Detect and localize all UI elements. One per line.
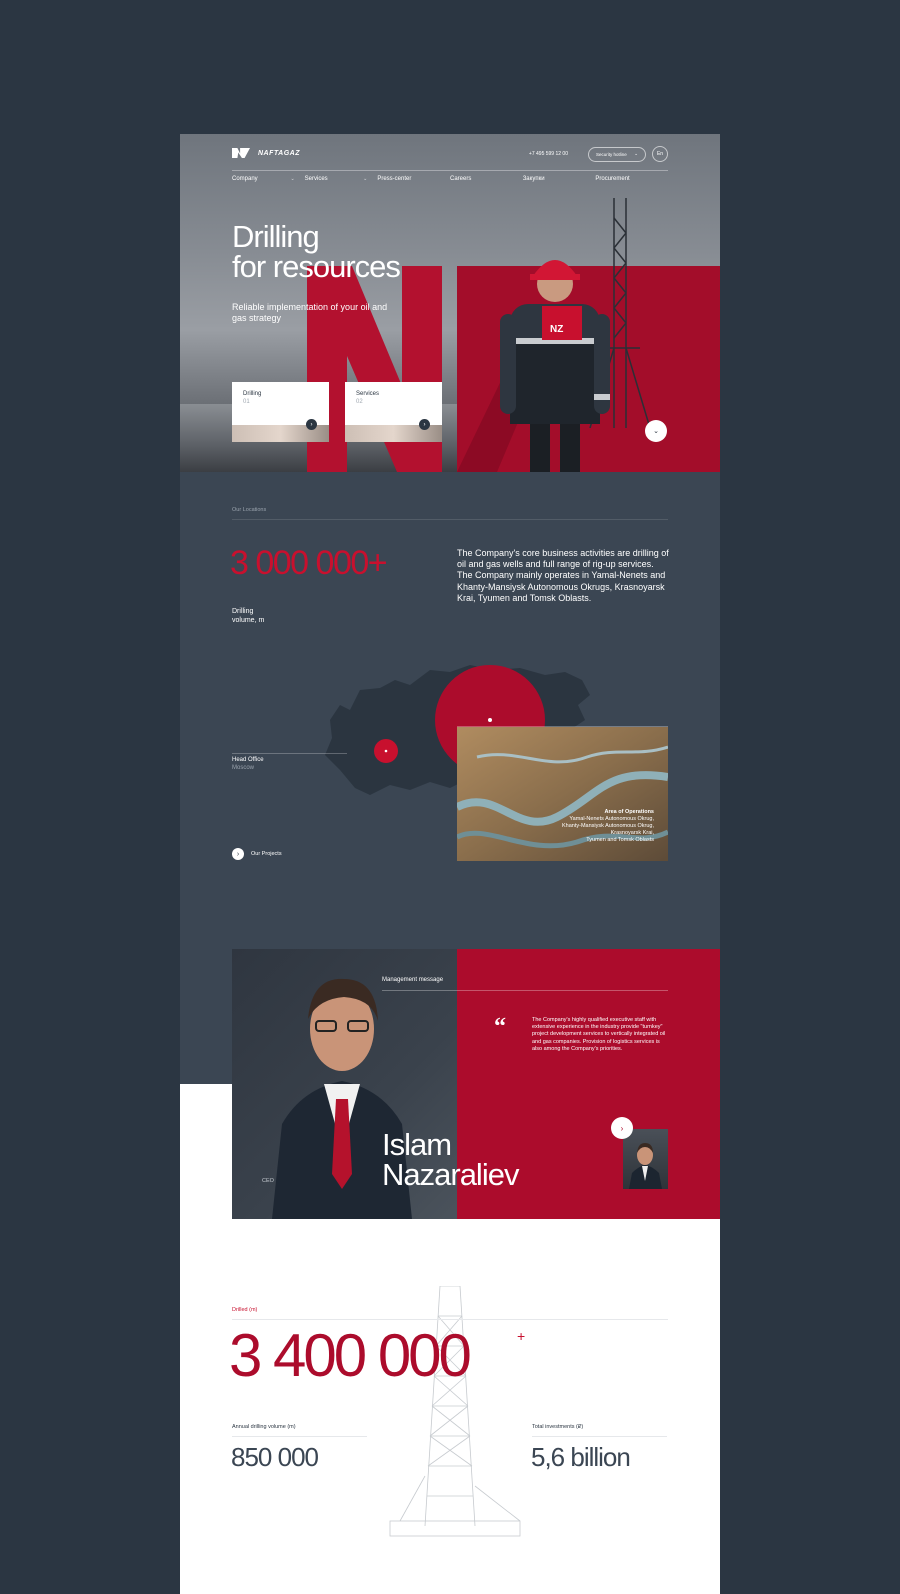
nav-label: Careers	[450, 176, 472, 182]
ceo-name: Islam Nazaraliev	[382, 1129, 519, 1192]
logo-wordmark: NAFTAGAZ	[258, 149, 300, 157]
management-message-label: Management message	[382, 977, 444, 983]
drilling-volume-label-line2: volume, m	[232, 617, 265, 624]
annual-drilling-label: Annual drilling volume (m)	[232, 1424, 296, 1430]
hero-section: NZ NAFTAGAZ +7 495 599 12 00 Security ho…	[180, 134, 720, 472]
chevron-down-icon: ⌄	[634, 151, 638, 156]
nav-label: Press-center	[377, 176, 412, 182]
area-of-operations-caption: Area of Operations Yamal-Nenets Autonomo…	[562, 809, 654, 844]
scroll-down-button[interactable]: ⌄	[645, 420, 667, 442]
nav-item-company[interactable]: Company ⌄	[232, 170, 305, 182]
nav-label: Services	[304, 176, 328, 182]
site-logo[interactable]: NAFTAGAZ	[232, 148, 300, 158]
area-title: Area of Operations	[604, 809, 654, 815]
hotline-label: Security hotline	[596, 151, 627, 157]
arrow-right-icon[interactable]: ›	[419, 419, 430, 430]
chevron-down-icon: ⌄	[363, 176, 368, 182]
section-label-locations: Our Locations	[232, 507, 267, 513]
security-hotline-dropdown[interactable]: Security hotline ⌄	[588, 146, 646, 162]
phone-link[interactable]: +7 495 599 12 00	[529, 151, 568, 157]
chevron-down-icon: ⌄	[653, 428, 659, 435]
ceo-last-name: Nazaraliev	[382, 1157, 519, 1192]
nz-logo-icon	[232, 148, 250, 158]
divider	[232, 1319, 668, 1320]
head-office-leader-line	[232, 753, 347, 754]
hero-title: Drilling for resources	[232, 221, 401, 284]
drilling-volume-label: Drilling volume, m	[232, 607, 264, 625]
nav-item-careers[interactable]: Careers	[450, 170, 523, 182]
card-number: 01	[243, 399, 250, 405]
next-manager-button[interactable]: ›	[611, 1117, 633, 1139]
ceo-role: CEO	[262, 1178, 274, 1184]
nav-label: Procurement	[595, 176, 630, 182]
hero-title-line2: for resources	[232, 249, 401, 284]
arrow-right-icon: ›	[620, 1123, 624, 1133]
divider	[232, 519, 668, 520]
annual-drilling-value: 850 000	[231, 1442, 319, 1472]
manager-thumbnail-photo	[629, 1143, 662, 1189]
nav-item-zakupki[interactable]: Закупки	[522, 170, 596, 182]
locations-description: The Company's core business activities a…	[457, 548, 669, 603]
language-switch[interactable]: En	[652, 146, 668, 162]
nav-item-services[interactable]: Services ⌄	[304, 170, 378, 182]
service-card-drilling[interactable]: Drilling 01 ›	[232, 382, 329, 442]
area-line: Krasnoyarsk Krai,	[610, 830, 654, 836]
head-office-city: Moscow	[232, 764, 255, 771]
card-number: 02	[356, 399, 363, 405]
drilled-plus-sign: +	[517, 1328, 526, 1344]
nav-label: Закупки	[522, 176, 545, 182]
landing-page: NZ NAFTAGAZ +7 495 599 12 00 Security ho…	[180, 134, 720, 1594]
drilled-label: Drilled (m)	[232, 1307, 258, 1313]
quote-icon: “	[494, 1014, 506, 1040]
our-projects-link[interactable]: › Our Projects	[232, 848, 282, 860]
divider	[232, 1436, 367, 1437]
area-line: Khanty-Mansiysk Autonomous Okrug,	[561, 823, 654, 829]
management-quote: The Company's highly qualified executive…	[532, 1017, 666, 1052]
divider	[532, 1436, 667, 1437]
hero-subtitle: Reliable implementation of your oil and …	[232, 302, 388, 323]
header-utilities: +7 495 599 12 00 Security hotline ⌄ En	[529, 146, 668, 162]
head-office-title: Head Office	[232, 757, 264, 763]
drilled-value: 3 400 000	[229, 1322, 472, 1389]
nav-item-press-center[interactable]: Press-center	[377, 170, 451, 182]
chevron-down-icon: ⌄	[290, 176, 295, 182]
area-line: Tyumen and Tomsk Oblasts	[586, 837, 654, 843]
arrow-right-icon[interactable]: ›	[306, 419, 317, 430]
area-line: Yamal-Nenets Autonomous Okrug,	[569, 816, 654, 822]
card-title: Services	[356, 391, 380, 397]
drilling-volume-value: 3 000 000+	[230, 544, 388, 582]
total-investments-value: 5,6 billion	[531, 1442, 631, 1472]
nav-label: Company	[232, 176, 258, 182]
head-office-info: Head Office Moscow	[232, 757, 264, 772]
our-projects-label: Our Projects	[251, 851, 282, 857]
service-card-services[interactable]: Services 02 ›	[345, 382, 442, 442]
total-investments-label: Total investments (₽)	[532, 1424, 584, 1430]
card-title: Drilling	[243, 391, 262, 397]
arrow-right-icon: ›	[232, 848, 244, 860]
area-of-operations-photo: Area of Operations Yamal-Nenets Autonomo…	[457, 727, 668, 861]
nav-item-procurement[interactable]: Procurement	[595, 170, 669, 182]
next-manager-thumbnail[interactable]	[623, 1129, 668, 1189]
divider	[382, 990, 668, 991]
worker-logo-text: NZ	[550, 324, 563, 335]
worker-figure: NZ	[500, 260, 610, 472]
drilling-volume-label-line1: Drilling	[232, 608, 254, 615]
main-nav: Company ⌄ Services ⌄ Press-center Careers …	[232, 170, 669, 182]
